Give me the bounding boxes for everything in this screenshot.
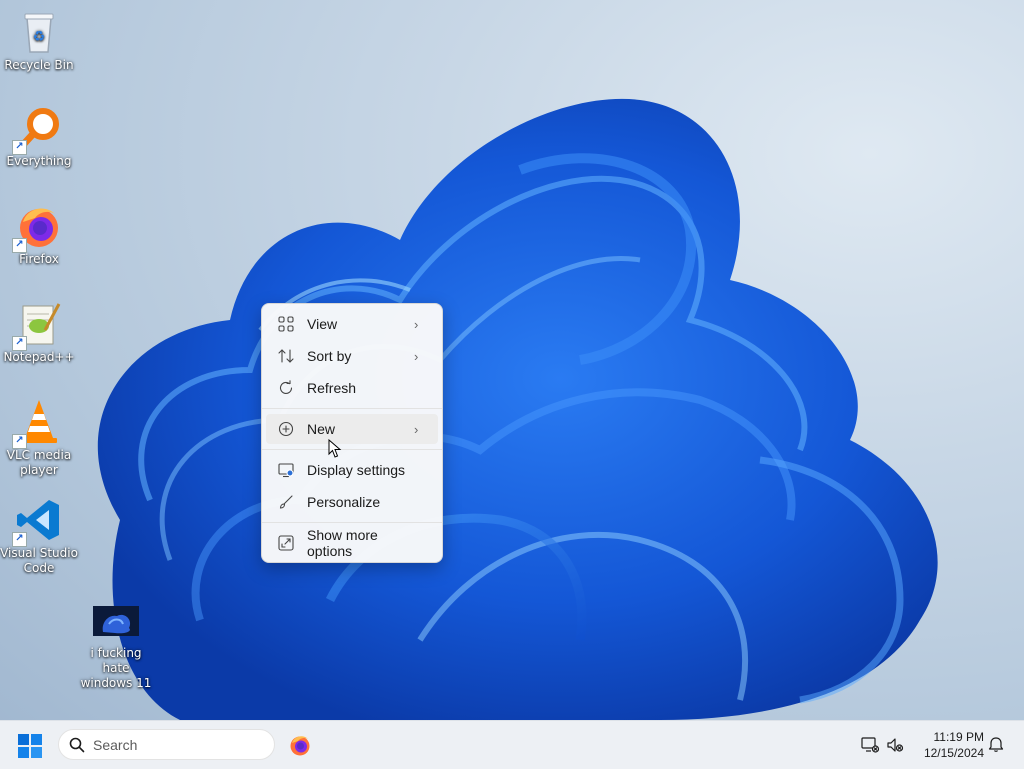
display-settings-icon — [277, 461, 295, 479]
shortcut-arrow-icon: ↗ — [12, 434, 27, 449]
desktop-icon-label: VLC media player — [6, 448, 72, 477]
network-icon[interactable] — [860, 735, 880, 755]
desktop-icon-everything[interactable]: ↗ Everything — [0, 104, 78, 169]
show-more-options-icon — [277, 534, 295, 552]
shortcut-arrow-icon: ↗ — [12, 140, 27, 155]
chevron-right-icon: › — [414, 421, 419, 437]
vlc-icon: ↗ — [12, 398, 63, 449]
desktop-icon-vlc[interactable]: ↗ VLC media player — [0, 398, 78, 478]
recycle-bin-icon: ♻ — [15, 8, 63, 56]
firefox-icon — [290, 736, 310, 756]
clock-time: 11:19 PM — [933, 730, 984, 744]
search-icon — [69, 737, 85, 752]
menu-separator — [262, 408, 442, 409]
menu-item-label: Personalize — [307, 494, 381, 510]
firefox-icon: ↗ — [12, 202, 63, 253]
menu-item-sort-by[interactable]: Sort by › — [266, 341, 438, 371]
mouse-cursor-icon — [328, 439, 342, 458]
menu-item-display-settings[interactable]: Display settings — [266, 455, 438, 485]
desktop-icon-image-file[interactable]: i fucking hate windows 11 — [77, 606, 155, 691]
sort-icon — [277, 347, 295, 365]
desktop-icon-label: Notepad++ — [3, 350, 75, 364]
notepad-plus-plus-icon: ↗ — [12, 300, 63, 351]
everything-search-icon: ↗ — [12, 104, 63, 155]
desktop-icon-vscode[interactable]: ↗ Visual Studio Code — [0, 496, 78, 576]
menu-item-new[interactable]: New › — [266, 414, 438, 444]
menu-separator — [262, 449, 442, 450]
menu-item-label: Sort by — [307, 348, 352, 364]
menu-item-label: Display settings — [307, 462, 406, 478]
menu-item-view[interactable]: View › — [266, 309, 438, 339]
desktop-icon-label: Firefox — [19, 252, 59, 266]
search-placeholder: Search — [93, 736, 138, 753]
chevron-right-icon: › — [414, 348, 419, 364]
notification-bell-icon[interactable] — [987, 735, 1007, 755]
menu-item-show-more-options[interactable]: Show more options — [266, 527, 438, 559]
menu-item-personalize[interactable]: Personalize — [266, 487, 438, 517]
volume-muted-icon[interactable] — [885, 735, 905, 755]
vscode-icon: ↗ — [12, 496, 63, 547]
menu-separator — [262, 522, 442, 523]
svg-text:♻: ♻ — [33, 29, 46, 45]
refresh-icon — [277, 379, 295, 397]
clock-date: 12/15/2024 — [923, 746, 984, 760]
menu-item-refresh[interactable]: Refresh — [266, 373, 438, 403]
desktop-icon-label: i fucking hate windows 11 — [80, 646, 152, 690]
start-button[interactable] — [18, 734, 42, 758]
desktop-icon-firefox[interactable]: ↗ Firefox — [0, 202, 78, 267]
windows-logo-icon — [18, 734, 42, 758]
image-file-icon — [93, 606, 139, 636]
desktop-icon-recycle-bin[interactable]: ♻ Recycle Bin — [0, 8, 78, 73]
shortcut-arrow-icon: ↗ — [12, 238, 27, 253]
menu-item-label: View — [307, 316, 338, 332]
menu-item-label: Show more options — [307, 527, 378, 559]
taskbar-firefox-button[interactable] — [288, 733, 312, 757]
personalize-brush-icon — [277, 493, 295, 511]
desktop-icon-label: Visual Studio Code — [0, 546, 78, 575]
menu-item-label: New — [307, 421, 336, 437]
taskbar-search-box[interactable]: Search — [58, 729, 275, 760]
new-plus-icon — [277, 420, 295, 438]
desktop-icon-label: Everything — [6, 154, 72, 168]
taskbar-clock[interactable]: 11:19 PM 12/15/2024 — [914, 729, 984, 761]
taskbar: Search 11:19 PM 12/15/2024 — [0, 720, 1024, 769]
view-grid-icon — [277, 315, 295, 333]
shortcut-arrow-icon: ↗ — [12, 336, 27, 351]
desktop-context-menu: View › Sort by › Refresh New › Display s… — [261, 303, 443, 563]
desktop-icon-notepad-plus-plus[interactable]: ↗ Notepad++ — [0, 300, 78, 365]
chevron-right-icon: › — [414, 316, 419, 332]
menu-item-label: Refresh — [307, 380, 357, 396]
shortcut-arrow-icon: ↗ — [12, 532, 27, 547]
desktop-icon-label: Recycle Bin — [4, 58, 74, 72]
